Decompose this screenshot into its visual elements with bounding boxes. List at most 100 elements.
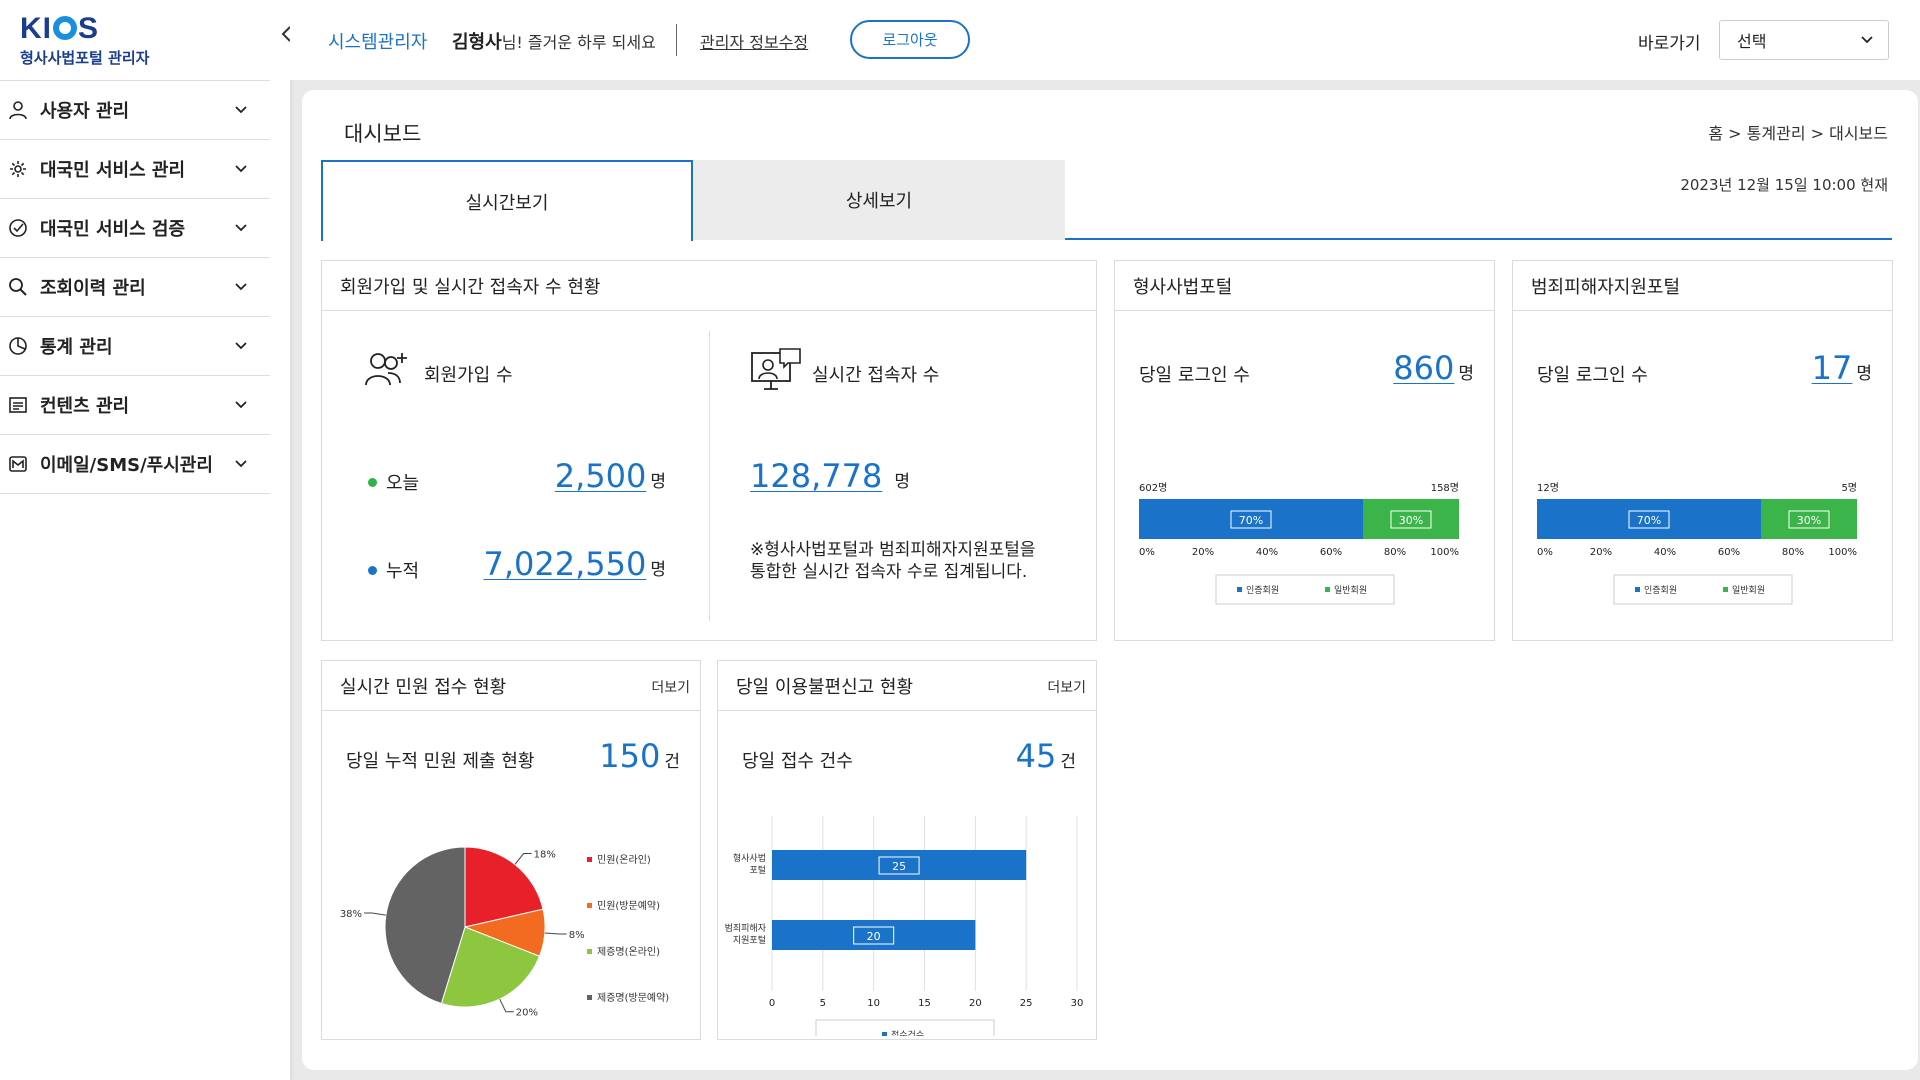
logo[interactable]: KI S 형사사법포털 관리자 — [20, 14, 149, 68]
today-stat: 2,500 명 — [555, 457, 666, 495]
sidebar-item-history[interactable]: 조회이력 관리 — [0, 258, 270, 317]
total-value[interactable]: 7,022,550 — [484, 545, 647, 583]
x-tick-label: 40% — [1654, 547, 1676, 558]
card-title: 회원가입 및 실시간 접속자 수 현황 — [322, 261, 1096, 311]
legend-swatch — [587, 995, 592, 1000]
total-stat: 7,022,550 명 — [484, 545, 667, 583]
pie-value-label: 18% — [534, 850, 556, 861]
pie-leader-line — [364, 912, 386, 916]
legend-label: 제증명(온라인) — [597, 946, 660, 958]
legend-swatch — [587, 857, 592, 862]
vertical-divider — [709, 331, 710, 621]
sidebar-item-messaging[interactable]: 이메일/SMS/푸시관리 — [0, 435, 270, 494]
note-line-1: ※형사사법포털과 범죄피해자지원포털을 — [750, 540, 1036, 560]
realtime-stat: 128,778 명 — [750, 457, 910, 495]
legend-swatch — [1237, 587, 1242, 592]
x-tick-label: 0% — [1537, 547, 1553, 558]
x-tick-label: 20% — [1590, 547, 1612, 558]
sidebar-item-service-manage[interactable]: 대국민 서비스 관리 — [0, 140, 270, 199]
pie-leader-line — [514, 853, 532, 865]
sidebar-item-service-verify[interactable]: 대국민 서비스 검증 — [0, 199, 270, 258]
report-stat: 45 건 — [1016, 737, 1076, 775]
greeting-text: 님! 즐거운 하루 되세요 — [501, 33, 656, 52]
legend-label: 접수건수 — [891, 1029, 924, 1036]
unit: 명 — [894, 472, 910, 492]
legend-label: 민원(온라인) — [597, 854, 651, 866]
today-label-row: 오늘 — [368, 469, 419, 495]
login-label: 당일 로그인 수 — [1537, 365, 1648, 386]
y-category-label: 포털 — [749, 864, 766, 876]
complaint-card: 실시간 민원 접수 현황 더보기 당일 누적 민원 제출 현황 150 건 18% 8… — [321, 660, 701, 1040]
tab-bar: 실시간보기 상세보기 — [321, 160, 1892, 241]
chevron-down-icon — [235, 342, 247, 350]
login-stat: 860 명 — [1393, 349, 1474, 387]
sidebar-item-user[interactable]: 사용자 관리 — [0, 81, 270, 140]
bar-count-label: 5명 — [1841, 482, 1857, 494]
login-label: 당일 로그인 수 — [1139, 365, 1250, 386]
sidebar-item-contents[interactable]: 컨텐츠 관리 — [0, 376, 270, 435]
bar-value-label: 70% — [1239, 514, 1263, 527]
realtime-value[interactable]: 128,778 — [750, 457, 882, 495]
more-link[interactable]: 더보기 — [651, 677, 690, 697]
status-dot-total — [368, 566, 377, 575]
x-tick-label: 0% — [1139, 547, 1155, 558]
divider — [676, 24, 677, 56]
chevron-down-icon — [235, 106, 247, 114]
pie-chart: 18% 8% 20% 38% 민원(온라인) 민원(방문예약) 제증명(온라인) 제증명(방문… — [340, 846, 669, 1019]
edit-admin-info-link[interactable]: 관리자 정보수정 — [700, 29, 808, 53]
complaint-stat: 150 건 — [599, 737, 680, 775]
logout-button[interactable]: 로그아웃 — [850, 20, 970, 59]
bar-count-label: 158명 — [1431, 482, 1459, 494]
report-stat-label: 당일 접수 건수 — [742, 751, 853, 772]
card-title-text: 당일 이용불편신고 현황 — [736, 676, 914, 698]
x-tick-label: 60% — [1320, 547, 1342, 558]
login-value[interactable]: 17 — [1812, 349, 1853, 387]
bar-count-label: 12명 — [1537, 482, 1559, 494]
mail-icon — [8, 454, 28, 474]
legend-label: 일반회원 — [1334, 585, 1367, 596]
x-tick-label: 25 — [1020, 998, 1033, 1009]
total-label-row: 누적 — [368, 557, 419, 583]
legend-swatch — [587, 949, 592, 954]
sidebar-item-label: 통계 관리 — [40, 337, 113, 358]
legend-label: 민원(방문예약) — [597, 900, 660, 912]
x-tick-label: 60% — [1718, 547, 1740, 558]
top-bar: 시스템관리자 김형사님! 즐거운 하루 되세요 관리자 정보수정 로그아웃 바로… — [290, 0, 1920, 80]
unit: 명 — [650, 472, 666, 492]
goto-select[interactable]: 선택 — [1719, 20, 1889, 60]
sidebar-item-label: 대국민 서비스 검증 — [40, 219, 186, 240]
tab-detail[interactable]: 상세보기 — [693, 160, 1065, 240]
user-add-icon — [364, 349, 410, 393]
breadcrumb: 홈 > 통계관리 > 대시보드 — [1708, 124, 1888, 143]
login-value[interactable]: 860 — [1393, 349, 1454, 387]
unit: 명 — [650, 560, 666, 580]
legend-box — [1215, 574, 1395, 605]
report-bar-chart: 0 5 10 15 20 25 30 25 형사사법포털 20 범죄피해자지원포털접수건수 — [725, 816, 1083, 1036]
sidebar-item-label: 이메일/SMS/푸시관리 — [40, 455, 213, 476]
y-category-label: 범죄피해자 — [725, 923, 767, 934]
stacked-bar-chart: 12명 5명 70% 30% 0% 20% 40% 60% 80% 100% 인증회원 일반회원 — [1537, 482, 1857, 605]
today-value[interactable]: 2,500 — [555, 457, 647, 495]
logo-mark: KI S — [20, 12, 100, 45]
realtime-label: 실시간 접속자 수 — [812, 365, 940, 386]
sidebar-item-label: 사용자 관리 — [40, 101, 130, 122]
legend-swatch — [882, 1032, 887, 1036]
user-role: 시스템관리자 — [328, 32, 428, 53]
search-icon — [8, 277, 28, 297]
document-icon — [8, 395, 28, 415]
logo-subtitle: 형사사법포털 관리자 — [20, 49, 150, 67]
bar-value-label: 70% — [1637, 514, 1661, 527]
tab-realtime[interactable]: 실시간보기 — [321, 160, 693, 241]
chevron-down-icon — [1861, 36, 1873, 44]
bar-value-label: 30% — [1399, 514, 1423, 527]
sidebar-item-stats[interactable]: 통계 관리 — [0, 317, 270, 376]
bar-value-label: 20 — [867, 930, 881, 943]
complaint-stat-label: 당일 누적 민원 제출 현황 — [346, 751, 535, 772]
realtime-note: ※형사사법포털과 범죄피해자지원포털을 통합한 실시간 접속자 수로 집계됩니다… — [750, 539, 1036, 583]
y-category-label: 형사사법 — [733, 853, 766, 864]
legend-swatch — [1635, 587, 1640, 592]
x-tick-label: 10 — [867, 998, 880, 1009]
more-link[interactable]: 더보기 — [1047, 677, 1086, 697]
legend-label: 인증회원 — [1246, 585, 1279, 596]
main-panel: 대시보드 홈 > 통계관리 > 대시보드 2023년 12월 15일 10:00… — [302, 90, 1918, 1070]
